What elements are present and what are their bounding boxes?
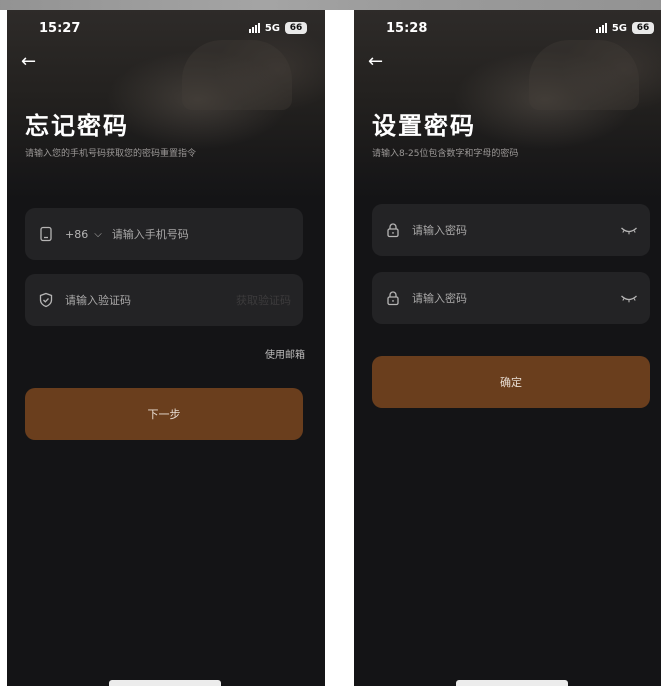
battery-icon: 66: [285, 22, 307, 34]
home-indicator: [109, 680, 221, 686]
phone-field[interactable]: +86 ⌵ 请输入手机号码: [25, 208, 303, 260]
lock-icon: [384, 221, 402, 239]
phone-input[interactable]: 请输入手机号码: [112, 226, 291, 242]
confirm-button[interactable]: 确定: [372, 356, 650, 408]
confirm-password-field[interactable]: 请输入密码: [372, 272, 650, 324]
confirm-password-input[interactable]: 请输入密码: [412, 290, 620, 306]
page-title: 设置密码: [372, 112, 476, 140]
eye-closed-icon[interactable]: [620, 292, 638, 304]
eye-closed-icon[interactable]: [620, 224, 638, 236]
signal-icon: [595, 23, 607, 33]
status-bar: 15:28 5G 66: [354, 10, 661, 46]
chevron-down-icon[interactable]: ⌵: [94, 229, 102, 240]
status-time: 15:28: [386, 20, 428, 36]
status-bar: 15:27 5G 66: [7, 10, 325, 46]
password-input[interactable]: 请输入密码: [412, 222, 620, 238]
code-input[interactable]: 请输入验证码: [65, 292, 236, 308]
lock-icon: [384, 289, 402, 307]
status-indicators: 5G 66: [248, 22, 307, 34]
arrow-left-icon[interactable]: ←: [21, 50, 45, 74]
battery-icon: 66: [632, 22, 654, 34]
network-type: 5G: [611, 22, 627, 34]
top-banner: [0, 0, 661, 10]
status-time: 15:27: [39, 20, 81, 36]
country-code[interactable]: +86: [65, 228, 88, 241]
set-password-screen: 15:28 5G 66 ← 设置密码 请输入8-25位包含数字和字母的密码 请输…: [354, 10, 661, 686]
status-indicators: 5G 66: [595, 22, 654, 34]
forgot-password-screen: 15:27 5G 66 ← 忘记密码 请输入您的手机号码获取您的密码重置指令 +…: [7, 10, 325, 686]
password-field[interactable]: 请输入密码: [372, 204, 650, 256]
use-email-link[interactable]: 使用邮箱: [265, 346, 305, 361]
page-subtitle: 请输入您的手机号码获取您的密码重置指令: [25, 149, 197, 159]
next-button[interactable]: 下一步: [25, 388, 303, 440]
code-field[interactable]: 请输入验证码 获取验证码: [25, 274, 303, 326]
get-code-button[interactable]: 获取验证码: [236, 292, 291, 308]
home-indicator: [456, 680, 568, 686]
arrow-left-icon[interactable]: ←: [368, 50, 392, 74]
shield-check-icon: [37, 291, 55, 309]
page-title: 忘记密码: [25, 112, 129, 140]
page-subtitle: 请输入8-25位包含数字和字母的密码: [372, 149, 519, 159]
signal-icon: [248, 23, 260, 33]
phone-icon: [37, 225, 55, 243]
network-type: 5G: [264, 22, 280, 34]
